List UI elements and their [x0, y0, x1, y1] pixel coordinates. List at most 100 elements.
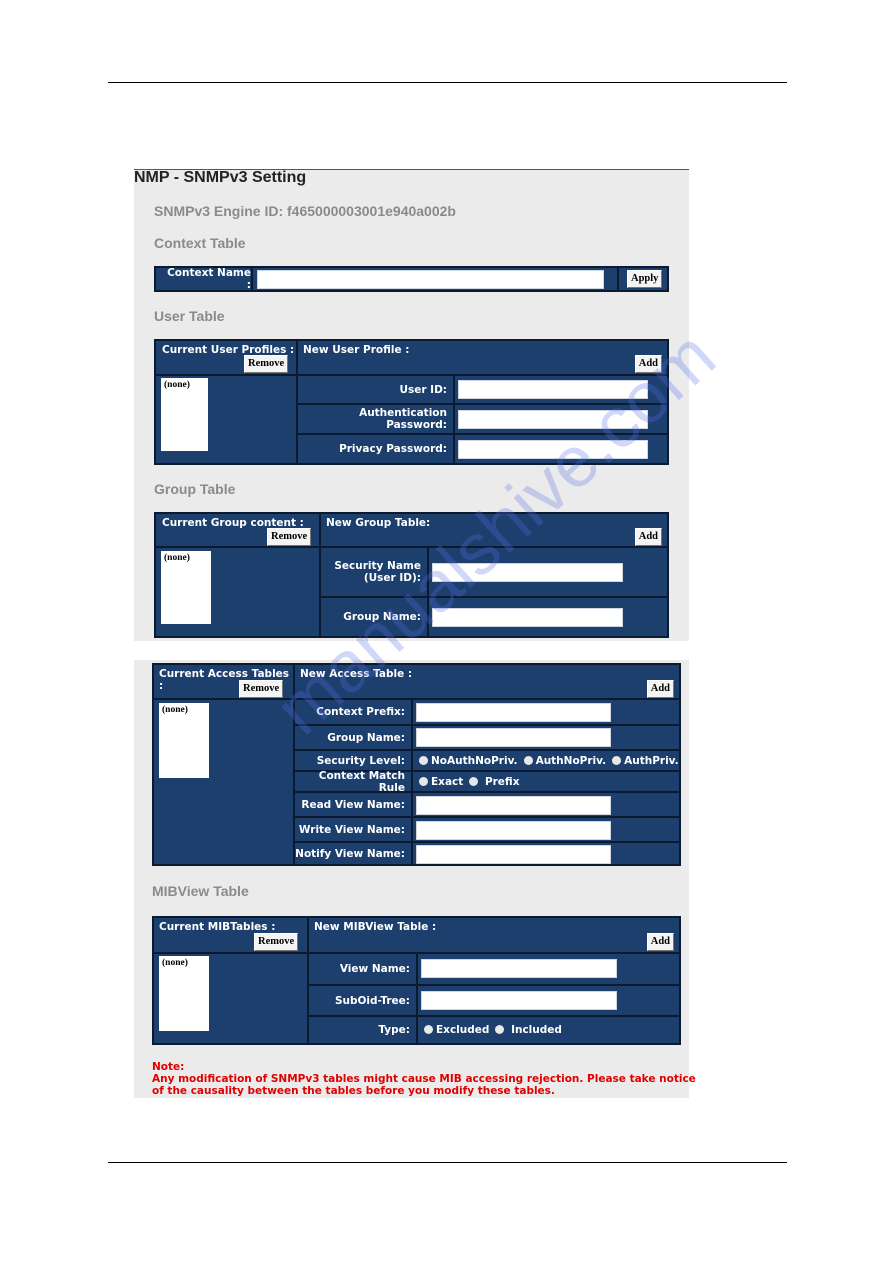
context-prefix-input[interactable] [416, 703, 611, 722]
access-group-name-label: Group Name: [327, 731, 405, 744]
notify-view-cell [411, 841, 681, 866]
subtree-input[interactable] [421, 991, 617, 1010]
subtree-label-cell: SubOid-Tree: [307, 984, 418, 1017]
privacy-password-label: Privacy Password: [339, 443, 447, 455]
group-name-input[interactable] [432, 608, 623, 627]
security-name-input[interactable] [432, 563, 623, 582]
access-add-button[interactable]: Add [646, 680, 674, 698]
subtree-cell [416, 984, 681, 1017]
group-new-label: New Group Table: [326, 517, 431, 529]
list-item[interactable]: (none) [164, 380, 190, 390]
type-cell: Excluded Included [416, 1015, 681, 1045]
security-name-label-cell: Security Name (User ID): [319, 546, 429, 598]
priv-label-cell: Privacy Password: [296, 433, 455, 465]
view-name-cell [416, 952, 681, 986]
radio-authpriv[interactable] [612, 755, 622, 765]
notify-view-input[interactable] [416, 845, 611, 864]
subtree-label: SubOid-Tree: [334, 994, 410, 1007]
mib-current-label: Current MIBTables : [159, 921, 276, 933]
user-id-cell [453, 374, 669, 405]
access-group-name-input[interactable] [416, 728, 611, 747]
group-name-label: Group Name: [343, 611, 421, 623]
mib-new-label: New MIBView Table : [314, 921, 437, 933]
mib-list-cell: (none) [152, 952, 309, 1045]
radio-noauthnopriv[interactable] [419, 755, 428, 765]
prefix-label: Prefix [484, 775, 520, 788]
group-list-cell: (none) [154, 546, 321, 638]
group-add-button[interactable]: Add [634, 528, 662, 546]
access-list-cell: (none) [152, 698, 295, 866]
mib-remove-button[interactable]: Remove [254, 933, 299, 951]
radio-authnopriv[interactable] [523, 755, 533, 765]
context-heading: Context Table [154, 235, 246, 251]
list-item[interactable]: (none) [164, 553, 190, 563]
radio-exact[interactable] [419, 776, 428, 786]
header-rule [108, 82, 787, 83]
access-tables-list[interactable]: (none) [159, 703, 209, 778]
page-title: NMP - SNMPv3 Setting [134, 169, 307, 186]
context-label-cell: Context Name : [154, 266, 253, 292]
context-name-input[interactable] [257, 270, 604, 289]
group-name-cell [427, 596, 669, 638]
user-heading: User Table [154, 308, 225, 324]
write-view-input[interactable] [416, 821, 611, 840]
write-view-label-cell: Write View Name: [293, 816, 413, 843]
user-id-input[interactable] [458, 380, 648, 399]
match-rule-label-cell: Context Match Rule [293, 770, 413, 794]
view-name-label-cell: View Name: [307, 952, 418, 986]
note-title: Note: [152, 1061, 185, 1073]
mib-current-cell: Current MIBTables : Remove [152, 916, 309, 954]
mibview-heading: MIBView Table [152, 883, 249, 899]
privacy-password-input[interactable] [458, 440, 648, 459]
group-new-cell: New Group Table: Add [319, 512, 669, 548]
group-remove-button[interactable]: Remove [267, 528, 312, 546]
list-item[interactable]: (none) [162, 958, 188, 968]
user-profiles-list[interactable]: (none) [161, 378, 208, 451]
group-current-cell: Current Group content : Remove [154, 512, 321, 548]
notify-view-label: Notify View Name: [295, 847, 405, 860]
security-level-cell: NoAuthNoPriv. AuthNoPriv. AuthPriv. [411, 749, 681, 772]
context-apply-cell: Apply [617, 266, 669, 292]
note-line-1: Any modification of SNMPv3 tables might … [152, 1073, 696, 1085]
read-view-input[interactable] [416, 796, 611, 815]
read-view-label: Read View Name: [301, 798, 405, 811]
radio-excluded[interactable] [424, 1025, 433, 1034]
mib-tables-list[interactable]: (none) [159, 956, 209, 1031]
footer-rule [108, 1162, 787, 1163]
security-name-label: Security Name (User ID): [334, 560, 421, 584]
list-item[interactable]: (none) [162, 705, 188, 715]
apply-button[interactable]: Apply [627, 270, 663, 288]
authpriv-label: AuthPriv. [624, 754, 679, 767]
match-rule-cell: Exact Prefix [411, 770, 681, 793]
write-view-label: Write View Name: [298, 823, 405, 836]
view-name-label: View Name: [339, 963, 410, 975]
access-remove-button[interactable]: Remove [239, 680, 284, 698]
read-view-cell [411, 791, 681, 818]
type-label: Type: [378, 1024, 410, 1036]
engine-id: SNMPv3 Engine ID: f465000003001e940a002b [154, 203, 456, 219]
user-list-cell: (none) [154, 374, 298, 465]
view-name-input[interactable] [421, 959, 617, 978]
group-content-list[interactable]: (none) [161, 551, 211, 624]
security-name-cell [427, 546, 669, 598]
exact-label: Exact [431, 775, 464, 788]
radio-included[interactable] [495, 1025, 505, 1034]
access-group-cell [411, 724, 681, 751]
priv-cell [453, 433, 669, 465]
user-current-cell: Current User Profiles : Remove [154, 339, 298, 376]
radio-prefix[interactable] [469, 776, 479, 786]
auth-label-cell: Authentication Password: [296, 403, 455, 435]
notify-view-label-cell: Notify View Name: [293, 841, 413, 866]
auth-password-input[interactable] [458, 410, 648, 429]
access-new-label: New Access Table : [300, 668, 413, 680]
user-add-button[interactable]: Add [634, 355, 662, 373]
access-new-cell: New Access Table : Add [293, 663, 681, 700]
mib-add-button[interactable]: Add [646, 933, 674, 951]
user-new-label: New User Profile : [303, 344, 410, 356]
write-view-cell [411, 816, 681, 843]
security-level-label: Security Level: [316, 754, 405, 767]
user-id-label: User ID: [399, 383, 447, 396]
context-input-cell [251, 266, 619, 292]
user-remove-button[interactable]: Remove [244, 355, 289, 373]
read-view-label-cell: Read View Name: [293, 791, 413, 818]
